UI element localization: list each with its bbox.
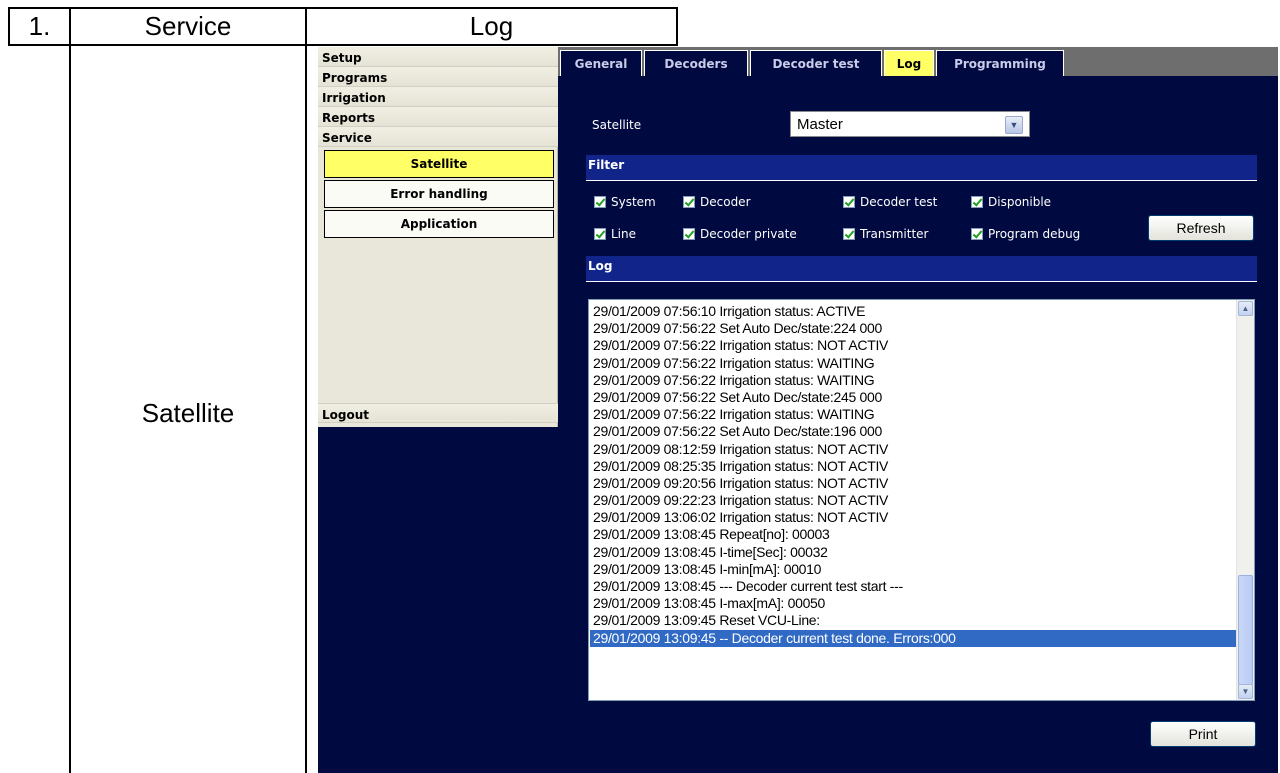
- menu-item-reports[interactable]: Reports: [318, 107, 558, 127]
- submenu-item-satellite[interactable]: Satellite: [324, 150, 554, 178]
- log-listbox[interactable]: 29/01/2009 07:56:10 Irrigation status: A…: [588, 299, 1255, 701]
- doc-left-label: Satellite: [141, 397, 235, 428]
- log-line[interactable]: 29/01/2009 07:56:22 Set Auto Dec/state:2…: [593, 320, 1238, 337]
- menu-item-programs[interactable]: Programs: [318, 67, 558, 87]
- filter-transmitter[interactable]: Transmitter: [843, 227, 928, 241]
- log-line[interactable]: 29/01/2009 07:56:22 Irrigation status: W…: [593, 372, 1238, 389]
- satellite-select[interactable]: Master ▼: [790, 111, 1030, 137]
- filter-system[interactable]: System: [594, 195, 656, 209]
- tab-decoder-test[interactable]: Decoder test: [750, 50, 882, 76]
- satellite-select-value: Master: [797, 116, 843, 133]
- chevron-down-icon[interactable]: ▼: [1005, 116, 1023, 134]
- log-line[interactable]: 29/01/2009 08:25:35 Irrigation status: N…: [593, 458, 1238, 475]
- tab-general[interactable]: General: [560, 50, 642, 76]
- log-line[interactable]: 29/01/2009 07:56:22 Irrigation status: W…: [593, 406, 1238, 423]
- log-line[interactable]: 29/01/2009 07:56:22 Set Auto Dec/state:1…: [593, 423, 1238, 440]
- log-line[interactable]: 29/01/2009 07:56:10 Irrigation status: A…: [593, 303, 1238, 320]
- log-section-title: Log: [586, 256, 1257, 282]
- log-line[interactable]: 29/01/2009 08:12:59 Irrigation status: N…: [593, 441, 1238, 458]
- tab-log[interactable]: Log: [884, 50, 934, 76]
- main-menu: Setup Programs Irrigation Reports Servic…: [318, 47, 558, 427]
- log-line[interactable]: 29/01/2009 13:08:45 Repeat[no]: 00003: [593, 526, 1238, 543]
- log-line[interactable]: 29/01/2009 07:56:22 Irrigation status: W…: [593, 355, 1238, 372]
- checkbox-checked-icon[interactable]: [843, 196, 855, 208]
- filter-decoder-test-label: Decoder test: [860, 195, 938, 209]
- app-window: Setup Programs Irrigation Reports Servic…: [318, 47, 1278, 773]
- doc-number: 1.: [28, 11, 51, 41]
- submenu-item-application[interactable]: Application: [324, 210, 554, 238]
- checkbox-checked-icon[interactable]: [683, 196, 695, 208]
- filter-transmitter-label: Transmitter: [860, 227, 929, 241]
- filter-program-debug-label: Program debug: [988, 227, 1081, 241]
- filter-disponible-label: Disponible: [988, 195, 1052, 209]
- log-line[interactable]: 29/01/2009 13:08:45 I-min[mA]: 00010: [593, 561, 1238, 578]
- log-line[interactable]: 29/01/2009 13:06:02 Irrigation status: N…: [593, 509, 1238, 526]
- doc-subsection-title: Log: [469, 11, 514, 41]
- checkbox-checked-icon[interactable]: [683, 228, 695, 240]
- filter-decoder-label: Decoder: [700, 195, 751, 209]
- log-line[interactable]: 29/01/2009 13:08:45 I-max[mA]: 00050: [593, 595, 1238, 612]
- filter-decoder-test[interactable]: Decoder test: [843, 195, 937, 209]
- log-lines: 29/01/2009 07:56:10 Irrigation status: A…: [590, 303, 1238, 647]
- filter-decoder-private-label: Decoder private: [700, 227, 797, 241]
- scroll-thumb[interactable]: [1238, 575, 1253, 685]
- log-line[interactable]: 29/01/2009 07:56:22 Irrigation status: N…: [593, 337, 1238, 354]
- log-line[interactable]: 29/01/2009 13:09:45 Reset VCU-Line:: [593, 612, 1238, 629]
- checkbox-checked-icon[interactable]: [594, 196, 606, 208]
- scroll-down-icon[interactable]: ▼: [1238, 684, 1253, 699]
- menu-item-irrigation[interactable]: Irrigation: [318, 87, 558, 107]
- refresh-button[interactable]: Refresh: [1148, 215, 1254, 241]
- log-line[interactable]: 29/01/2009 09:22:23 Irrigation status: N…: [593, 492, 1238, 509]
- checkbox-checked-icon[interactable]: [594, 228, 606, 240]
- log-line[interactable]: 29/01/2009 07:56:22 Set Auto Dec/state:2…: [593, 389, 1238, 406]
- filter-program-debug[interactable]: Program debug: [971, 227, 1080, 241]
- log-line[interactable]: 29/01/2009 13:09:45 -- Decoder current t…: [590, 629, 1238, 647]
- print-button[interactable]: Print: [1150, 721, 1256, 747]
- log-scrollbar[interactable]: ▲ ▼: [1236, 300, 1254, 700]
- checkbox-checked-icon[interactable]: [971, 228, 983, 240]
- log-line[interactable]: 29/01/2009 13:08:45 --- Decoder current …: [593, 578, 1238, 595]
- tab-decoders[interactable]: Decoders: [644, 50, 748, 76]
- menu-item-setup[interactable]: Setup: [318, 47, 558, 67]
- filter-disponible[interactable]: Disponible: [971, 195, 1051, 209]
- checkbox-checked-icon[interactable]: [971, 196, 983, 208]
- log-line[interactable]: 29/01/2009 09:20:56 Irrigation status: N…: [593, 475, 1238, 492]
- satellite-label: Satellite: [592, 118, 642, 132]
- scroll-up-icon[interactable]: ▲: [1238, 301, 1253, 316]
- tab-programming[interactable]: Programming: [936, 50, 1064, 76]
- doc-section-title: Service: [144, 11, 232, 41]
- doc-middle-border: [305, 44, 307, 773]
- tab-bar: General Decoders Decoder test Log Progra…: [558, 47, 1278, 76]
- filter-line[interactable]: Line: [594, 227, 636, 241]
- filter-decoder[interactable]: Decoder: [683, 195, 751, 209]
- menu-item-service[interactable]: Service: [318, 127, 558, 147]
- filter-line-label: Line: [611, 227, 637, 241]
- filter-system-label: System: [611, 195, 656, 209]
- submenu-item-error-handling[interactable]: Error handling: [324, 180, 554, 208]
- filter-section-title: Filter: [586, 155, 1257, 181]
- checkbox-checked-icon[interactable]: [843, 228, 855, 240]
- filter-decoder-private[interactable]: Decoder private: [683, 227, 797, 241]
- log-line[interactable]: 29/01/2009 13:08:45 I-time[Sec]: 00032: [593, 544, 1238, 561]
- menu-item-logout[interactable]: Logout: [318, 403, 558, 423]
